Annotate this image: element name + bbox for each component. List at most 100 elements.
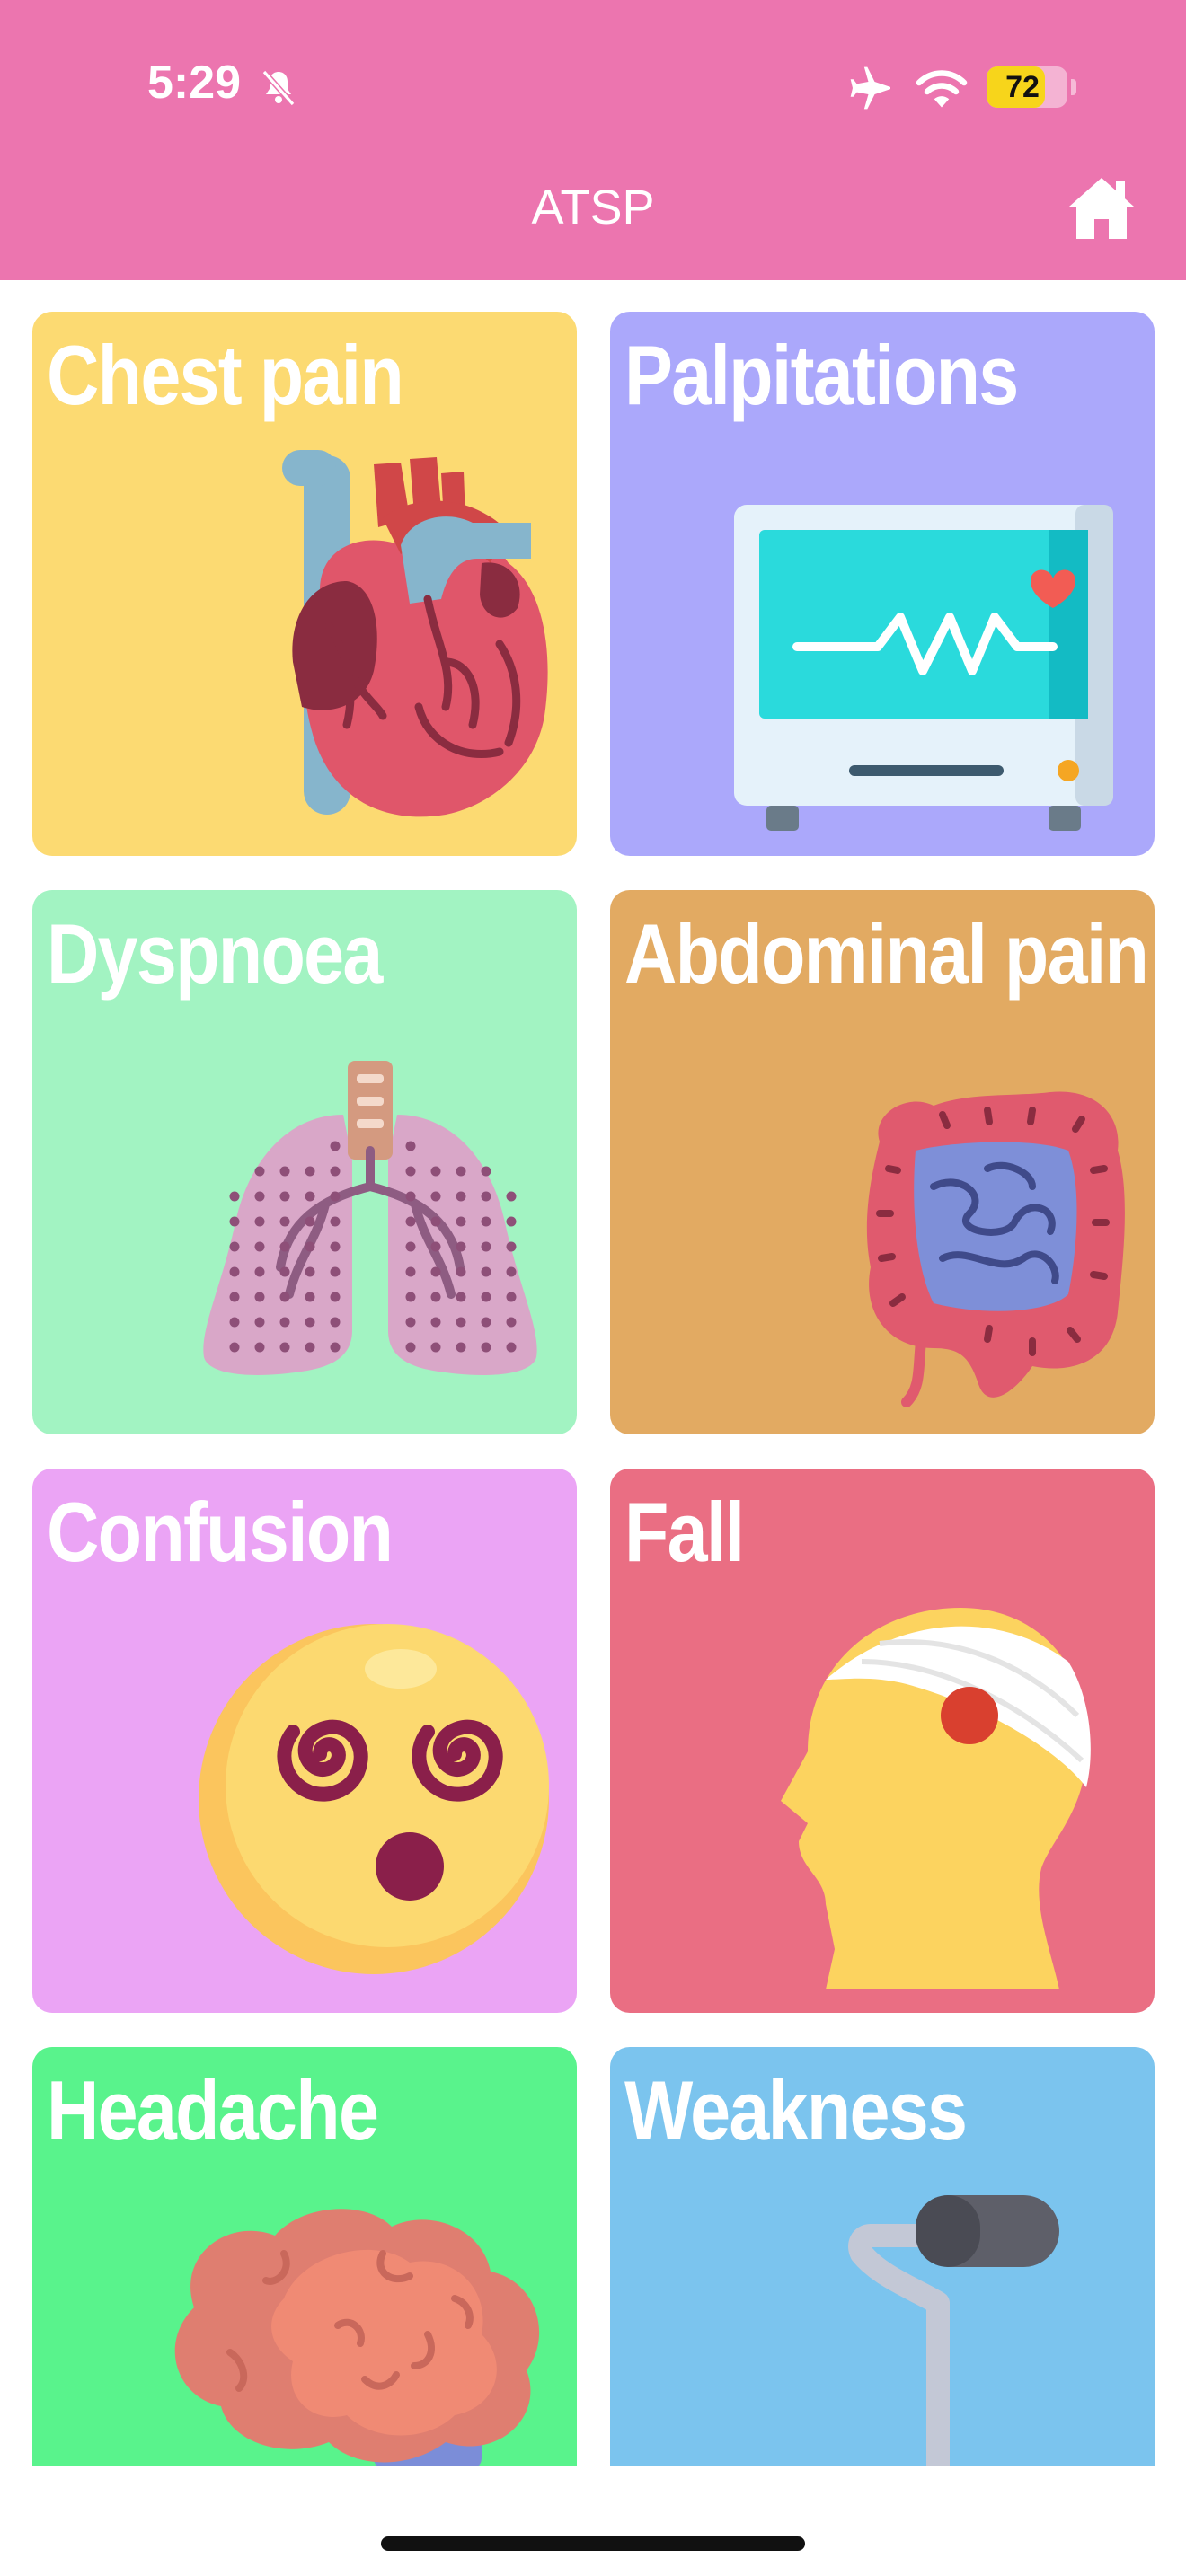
lung-dot — [229, 1317, 240, 1328]
tile-label: Chest pain — [47, 328, 404, 422]
lung-dot — [405, 1191, 416, 1202]
heart-icon — [282, 450, 548, 817]
lung-dot — [305, 1191, 315, 1202]
tile-label: Abdominal pain — [624, 906, 1149, 1001]
lung-dot — [481, 1191, 491, 1202]
lung-dot — [330, 1191, 341, 1202]
lung-dot — [254, 1342, 265, 1353]
tile-label: Fall — [624, 1485, 745, 1579]
lung-dot — [456, 1166, 466, 1177]
walking-aid-icon — [848, 2195, 1059, 2466]
lung-dot — [481, 1266, 491, 1277]
lung-dot — [506, 1216, 517, 1227]
tile-label: Weakness — [624, 2063, 968, 2157]
bandaged-head-icon — [781, 1608, 1091, 1989]
lung-dot — [481, 1317, 491, 1328]
lung-dot — [430, 1292, 441, 1302]
lung-dot — [506, 1241, 517, 1252]
lung-dot — [456, 1342, 466, 1353]
lung-dot — [456, 1216, 466, 1227]
battery-cap — [1071, 79, 1076, 95]
tile-chest-pain[interactable]: Chest pain — [32, 312, 577, 856]
lung-dot — [405, 1317, 416, 1328]
lung-dot — [254, 1292, 265, 1302]
lung-dot — [305, 1292, 315, 1302]
lung-dot — [254, 1241, 265, 1252]
lung-dot — [279, 1317, 290, 1328]
lung-dot — [254, 1191, 265, 1202]
tile-abdominal-pain[interactable]: Abdominal pain — [610, 890, 1155, 1434]
lung-dot — [456, 1241, 466, 1252]
lung-dot — [506, 1317, 517, 1328]
lung-dot — [305, 1241, 315, 1252]
lung-dot — [330, 1166, 341, 1177]
dizzy-face-icon — [199, 1624, 549, 1974]
lung-dot — [330, 1317, 341, 1328]
tile-weakness[interactable]: Weakness — [610, 2047, 1155, 2466]
tile-label: Confusion — [47, 1485, 394, 1579]
lung-dot — [456, 1292, 466, 1302]
lung-dot — [254, 1216, 265, 1227]
lung-dot — [305, 1216, 315, 1227]
lung-dot — [254, 1166, 265, 1177]
lung-dot — [279, 1266, 290, 1277]
tile-fall[interactable]: Fall — [610, 1469, 1155, 2013]
lung-dot — [330, 1216, 341, 1227]
battery-percentage: 72 — [1005, 70, 1040, 104]
lung-dot — [506, 1266, 517, 1277]
tile-label: Headache — [47, 2063, 379, 2157]
lung-dot — [405, 1166, 416, 1177]
lung-dot — [305, 1317, 315, 1328]
lung-dot — [279, 1342, 290, 1353]
lung-dot — [456, 1266, 466, 1277]
lung-dot — [405, 1342, 416, 1353]
tile-headache[interactable]: Headache — [32, 2047, 577, 2466]
lung-dot — [481, 1166, 491, 1177]
lung-dot — [330, 1342, 341, 1353]
home-icon[interactable] — [1066, 174, 1137, 243]
lung-dot — [229, 1241, 240, 1252]
lung-dot — [229, 1216, 240, 1227]
page-title: ATSP — [531, 181, 655, 234]
intestines-icon — [866, 1091, 1125, 1407]
symptom-grid: Chest pain Palpitations Dyspnoea Abdomin… — [0, 280, 1186, 2466]
status-time: 5:29 — [147, 57, 242, 109]
lung-dot — [330, 1266, 341, 1277]
lung-dot — [229, 1266, 240, 1277]
lung-dot — [430, 1241, 441, 1252]
lung-dot — [481, 1216, 491, 1227]
lung-dot — [279, 1216, 290, 1227]
lung-dot — [405, 1266, 416, 1277]
lung-dot — [254, 1317, 265, 1328]
lung-dot — [405, 1141, 416, 1151]
lung-dot — [405, 1241, 416, 1252]
lungs-icon — [203, 1061, 537, 1375]
ecg-monitor-icon — [734, 505, 1113, 831]
app-header: 5:29 72 ATSP — [0, 0, 1186, 280]
tile-label: Dyspnoea — [47, 906, 383, 1001]
tile-dyspnoea[interactable]: Dyspnoea — [32, 890, 577, 1434]
lung-dot — [279, 1191, 290, 1202]
lung-dot — [229, 1191, 240, 1202]
airplane-mode-icon — [850, 66, 890, 110]
lung-dot — [305, 1166, 315, 1177]
tile-palpitations[interactable]: Palpitations — [610, 312, 1155, 856]
lung-dot — [430, 1266, 441, 1277]
lung-dot — [305, 1266, 315, 1277]
wifi-icon — [916, 70, 968, 108]
lung-dot — [229, 1292, 240, 1302]
lung-dot — [430, 1317, 441, 1328]
lung-dot — [229, 1342, 240, 1353]
lung-dot — [405, 1216, 416, 1227]
home-indicator[interactable] — [381, 2536, 805, 2551]
silent-bell-icon — [261, 69, 296, 107]
lung-dot — [254, 1266, 265, 1277]
brain-icon — [174, 2209, 540, 2466]
lung-dot — [481, 1241, 491, 1252]
lung-dot — [430, 1166, 441, 1177]
lung-dot — [330, 1241, 341, 1252]
lung-dot — [330, 1141, 341, 1151]
lung-dot — [279, 1292, 290, 1302]
tile-confusion[interactable]: Confusion — [32, 1469, 577, 2013]
tile-label: Palpitations — [624, 328, 1019, 422]
